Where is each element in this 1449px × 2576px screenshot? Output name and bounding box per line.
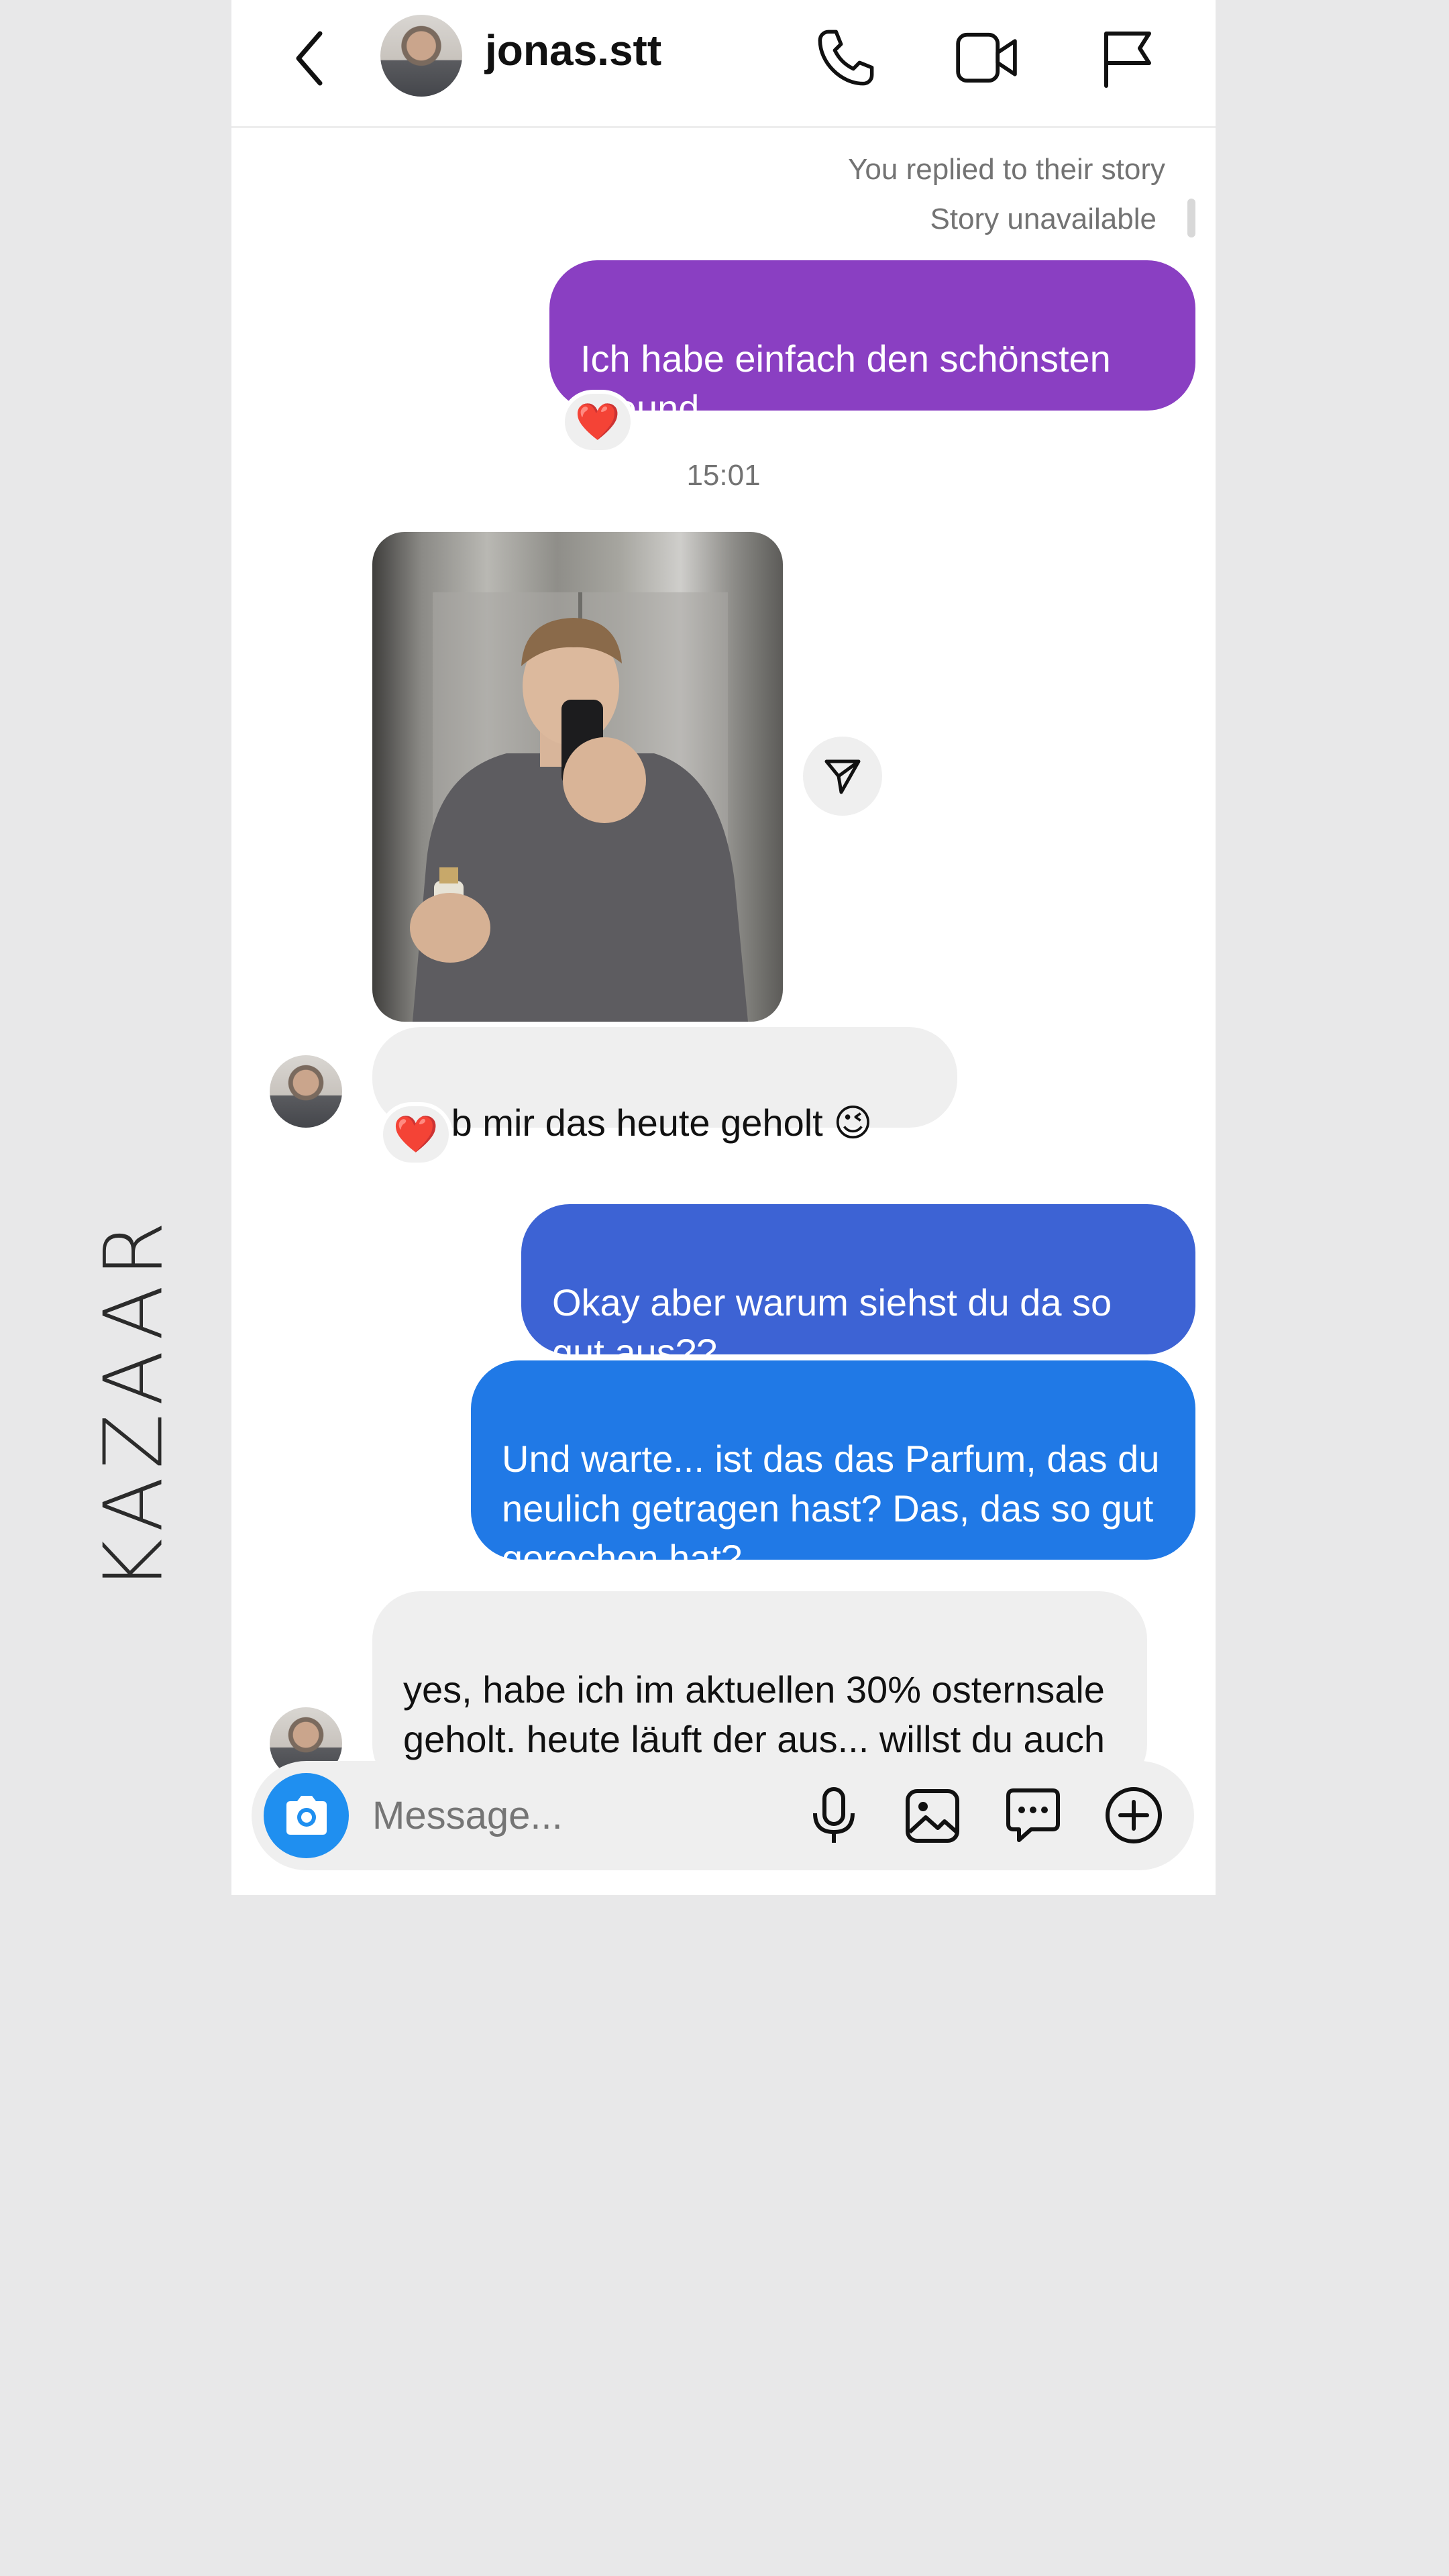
message-outgoing[interactable]: Ich habe einfach den schönsten Freund [549,260,1195,429]
brand-wordmark: KAZAAR [87,1213,181,1591]
gallery-icon[interactable] [904,1788,961,1844]
message-input[interactable] [371,1788,749,1843]
heart-reaction[interactable]: ❤️ [379,1102,453,1167]
dm-conversation-screen: jonas.stt You replied to their story Sto… [231,0,1216,1895]
flag-icon[interactable] [1101,28,1155,89]
message-text: Okay aber warum siehst du da so gut aus?… [552,1281,1112,1373]
message-timestamp: 15:01 [686,459,761,492]
sender-avatar[interactable] [270,1055,342,1128]
message-photo[interactable] [372,532,783,1022]
sticker-icon[interactable] [1004,1786,1062,1844]
message-outgoing[interactable]: Okay aber warum siehst du da so gut aus?… [521,1204,1195,1373]
reaction-emoji: ❤️ [575,401,621,442]
chat-username[interactable]: jonas.stt [485,25,661,75]
photo-content [410,592,748,1022]
avatar[interactable] [380,15,462,97]
plus-icon[interactable] [1104,1785,1164,1845]
message-text: Und warte... ist das das Parfum, das du … [502,1438,1160,1579]
message-outgoing[interactable]: Und warte... ist das das Parfum, das du … [471,1360,1195,1579]
microphone-icon[interactable] [810,1786,858,1845]
video-camera-icon[interactable] [955,31,1019,85]
story-reply-note: You replied to their story [848,153,1165,186]
paper-plane-icon [822,756,863,796]
message-composer [252,1761,1194,1870]
story-unavailable-label[interactable]: Story unavailable [930,203,1157,236]
phone-icon[interactable] [815,27,877,89]
reaction-emoji: ❤️ [393,1114,439,1155]
chat-header: jonas.stt [231,0,1216,128]
story-reply-bar [1187,199,1195,237]
camera-button[interactable] [264,1773,349,1858]
message-incoming[interactable]: Hab mir das heute geholt 😉 [372,1027,957,1144]
share-button[interactable] [803,737,882,816]
brand-wordmark-text: KAZAAR [87,1213,181,1591]
camera-icon [282,1794,331,1836]
back-chevron-icon[interactable] [290,28,331,89]
message-text: Hab mir das heute geholt 😉 [403,1102,873,1144]
heart-reaction[interactable]: ❤️ [561,390,635,454]
message-text: Ich habe einfach den schönsten Freund [580,337,1111,429]
